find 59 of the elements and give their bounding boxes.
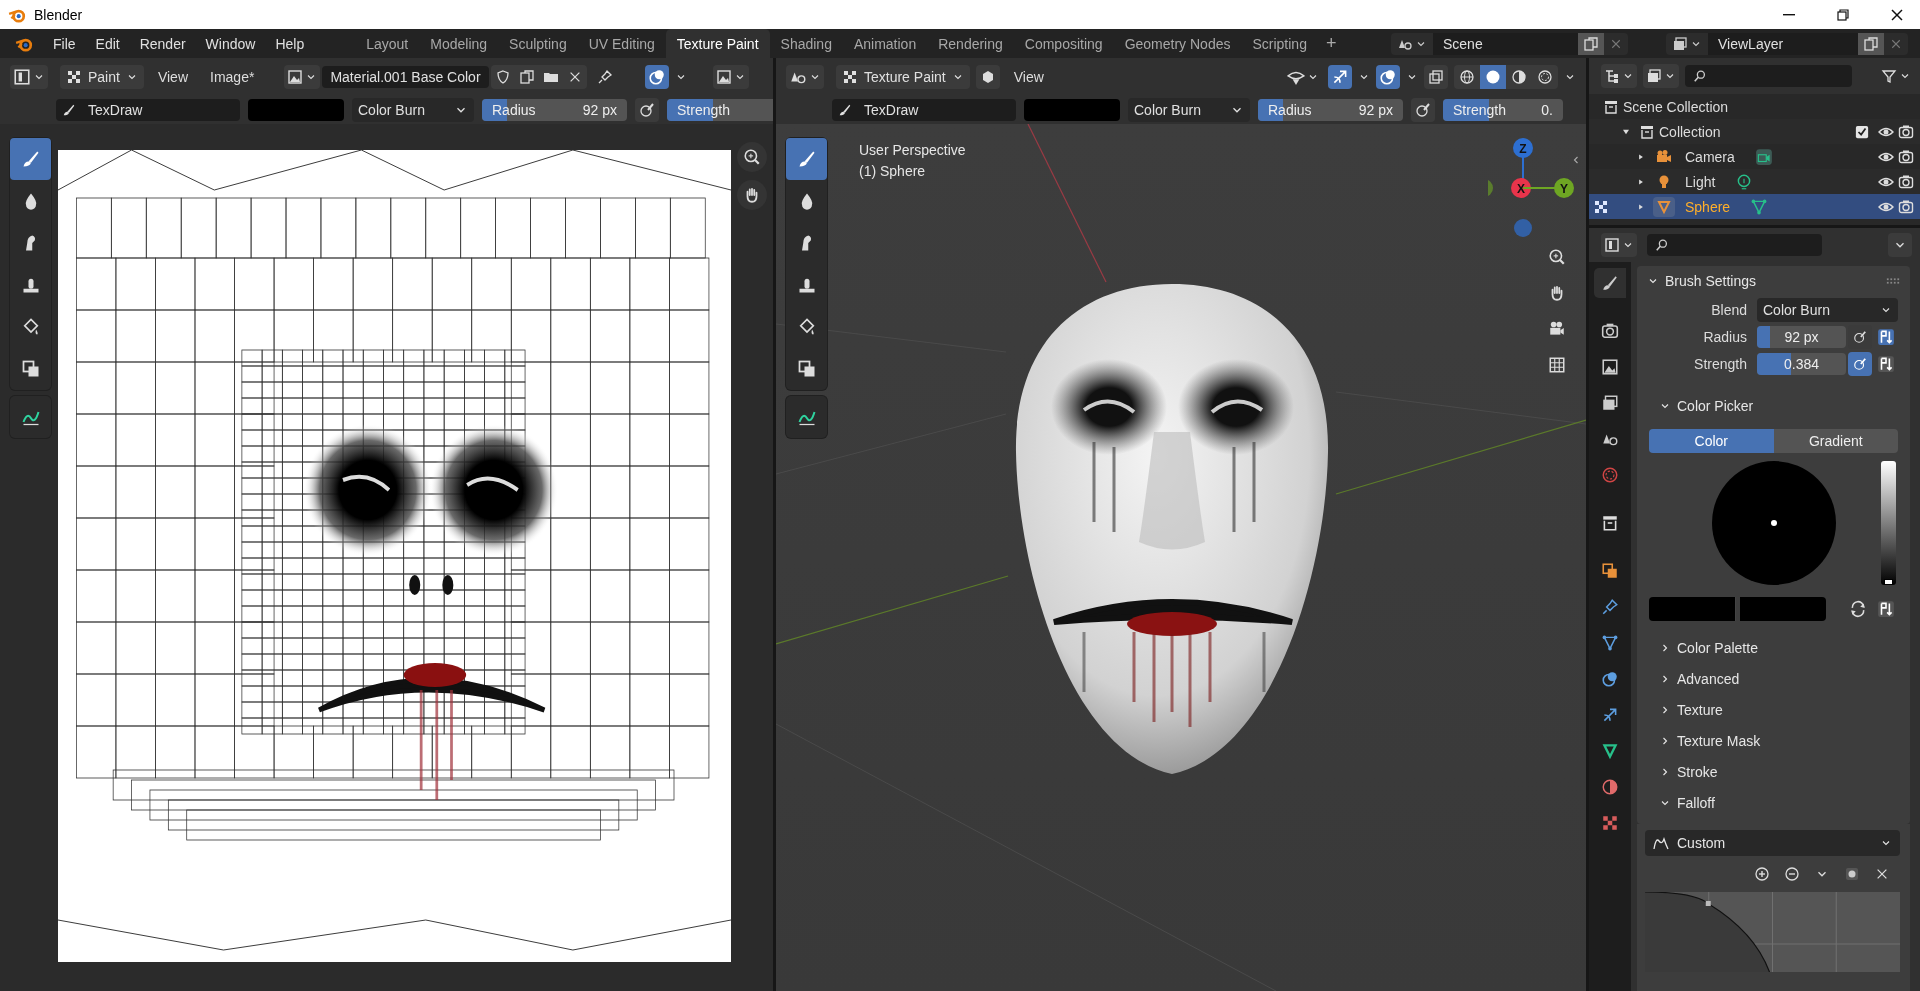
axis-handle[interactable]: Y — [1554, 178, 1574, 198]
blend-dropdown[interactable]: Color Burn — [1757, 297, 1898, 322]
subpanel-header[interactable]: Falloff — [1659, 788, 1910, 818]
menu-item[interactable]: View — [149, 69, 196, 85]
radius-slider[interactable]: 92 px — [1757, 325, 1846, 348]
mode-tab[interactable]: Color — [1649, 429, 1774, 453]
subpanel-header[interactable]: Advanced — [1659, 664, 1910, 694]
workspace-tab[interactable]: Layout — [355, 29, 420, 58]
field-label: Blend — [1710, 301, 1747, 318]
menu-item[interactable]: Image* — [202, 69, 263, 85]
menu-item[interactable]: Edit — [86, 31, 129, 56]
mode-dropdown[interactable]: Paint — [60, 65, 144, 89]
falloff-preset-dropdown[interactable]: Custom — [1645, 830, 1900, 856]
view-layer-field[interactable]: ViewLayer — [1708, 32, 1858, 55]
blend-dropdown[interactable]: Color Burn — [1128, 98, 1250, 122]
mode-dropdown[interactable]: Texture Paint — [836, 65, 970, 89]
blend-dropdown[interactable]: Color Burn — [352, 98, 474, 122]
add-workspace-button[interactable]: + — [1317, 29, 1345, 58]
subpanel-header[interactable]: Stroke — [1659, 757, 1910, 787]
workspace-tab[interactable]: Shading — [769, 29, 843, 58]
menu-item[interactable]: File — [44, 31, 85, 56]
scene-field[interactable]: Scene — [1433, 32, 1578, 55]
workspace-tab[interactable]: Geometry Nodes — [1113, 29, 1242, 58]
brush-field[interactable]: TexDraw — [56, 99, 240, 121]
tree-label: Camera — [1685, 148, 1735, 165]
menu-item[interactable]: View — [1005, 69, 1052, 85]
outliner-row[interactable]: Scene Collection — [1589, 94, 1920, 119]
field-label: Radius — [1702, 328, 1747, 345]
tree-label: Scene Collection — [1623, 98, 1729, 115]
outliner-row[interactable]: Camera — [1589, 144, 1920, 169]
workspace-tab[interactable]: Modeling — [419, 29, 499, 58]
axis-handle[interactable]: Z — [1513, 138, 1533, 158]
mode-tab[interactable]: Gradient — [1773, 429, 1898, 453]
subpanel-header[interactable]: Texture Mask — [1659, 726, 1910, 756]
tree-label: Light — [1685, 173, 1716, 190]
workspace-tab[interactable]: Rendering — [927, 29, 1014, 58]
window-title: Blender — [34, 6, 83, 23]
tree-label: Collection — [1659, 123, 1721, 140]
workspace-tab[interactable]: Compositing — [1013, 29, 1114, 58]
image-name-field[interactable]: Material.001 Base Color — [322, 66, 489, 88]
subpanel-header[interactable]: Color Palette — [1659, 633, 1910, 663]
menu-item[interactable]: Render — [130, 31, 195, 56]
workspace-tab[interactable]: Scripting — [1241, 29, 1318, 58]
workspace-tab[interactable]: UV Editing — [577, 29, 666, 58]
subpanel-header[interactable]: Texture — [1659, 695, 1910, 725]
axis-handle[interactable]: X — [1511, 178, 1531, 198]
object-info: (1) Sphere — [859, 163, 927, 179]
subpanel-header[interactable]: Color Picker — [1659, 391, 1910, 421]
brush-field[interactable]: TexDraw — [832, 99, 1016, 121]
workspace-tab[interactable]: Sculpting — [498, 29, 578, 58]
menu-item[interactable]: Help — [266, 31, 314, 56]
outliner-row[interactable]: Sphere — [1589, 194, 1920, 219]
workspace-tab[interactable]: Animation — [842, 29, 928, 58]
field-label: Strength — [1693, 355, 1747, 372]
view-name: User Perspective — [859, 142, 966, 158]
panel-header[interactable]: Brush Settings — [1637, 266, 1910, 296]
menu-item[interactable]: Window — [196, 31, 265, 56]
tree-label: Sphere — [1685, 198, 1731, 215]
workspace-tab[interactable]: Texture Paint — [665, 29, 770, 58]
